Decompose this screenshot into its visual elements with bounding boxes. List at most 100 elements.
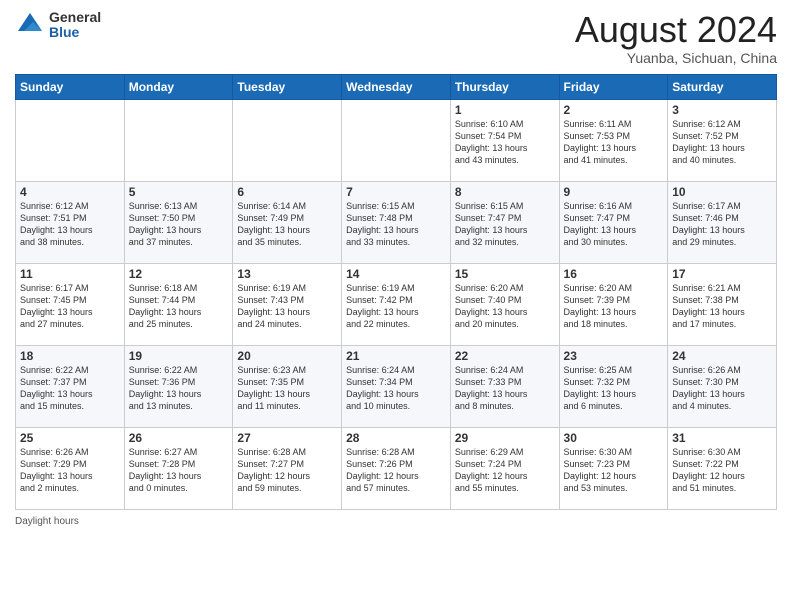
week-row-2: 4Sunrise: 6:12 AM Sunset: 7:51 PM Daylig… <box>16 181 777 263</box>
day-info-6: Sunrise: 6:14 AM Sunset: 7:49 PM Dayligh… <box>237 200 337 249</box>
weekday-header-tuesday: Tuesday <box>233 74 342 99</box>
day-info-26: Sunrise: 6:27 AM Sunset: 7:28 PM Dayligh… <box>129 446 229 495</box>
day-info-13: Sunrise: 6:19 AM Sunset: 7:43 PM Dayligh… <box>237 282 337 331</box>
logo: General Blue <box>15 10 101 41</box>
day-number-28: 28 <box>346 431 446 445</box>
day-cell-2: 2Sunrise: 6:11 AM Sunset: 7:53 PM Daylig… <box>559 99 668 181</box>
day-info-10: Sunrise: 6:17 AM Sunset: 7:46 PM Dayligh… <box>672 200 772 249</box>
day-number-24: 24 <box>672 349 772 363</box>
day-cell-29: 29Sunrise: 6:29 AM Sunset: 7:24 PM Dayli… <box>450 427 559 509</box>
weekday-header-monday: Monday <box>124 74 233 99</box>
week-row-4: 18Sunrise: 6:22 AM Sunset: 7:37 PM Dayli… <box>16 345 777 427</box>
day-number-4: 4 <box>20 185 120 199</box>
day-info-15: Sunrise: 6:20 AM Sunset: 7:40 PM Dayligh… <box>455 282 555 331</box>
month-year-title: August 2024 <box>575 10 777 50</box>
day-number-17: 17 <box>672 267 772 281</box>
day-info-27: Sunrise: 6:28 AM Sunset: 7:27 PM Dayligh… <box>237 446 337 495</box>
day-number-20: 20 <box>237 349 337 363</box>
day-cell-21: 21Sunrise: 6:24 AM Sunset: 7:34 PM Dayli… <box>342 345 451 427</box>
day-cell-25: 25Sunrise: 6:26 AM Sunset: 7:29 PM Dayli… <box>16 427 125 509</box>
day-number-23: 23 <box>564 349 664 363</box>
day-info-28: Sunrise: 6:28 AM Sunset: 7:26 PM Dayligh… <box>346 446 446 495</box>
day-info-23: Sunrise: 6:25 AM Sunset: 7:32 PM Dayligh… <box>564 364 664 413</box>
day-cell-12: 12Sunrise: 6:18 AM Sunset: 7:44 PM Dayli… <box>124 263 233 345</box>
day-cell-22: 22Sunrise: 6:24 AM Sunset: 7:33 PM Dayli… <box>450 345 559 427</box>
weekday-header-thursday: Thursday <box>450 74 559 99</box>
day-cell-17: 17Sunrise: 6:21 AM Sunset: 7:38 PM Dayli… <box>668 263 777 345</box>
week-row-5: 25Sunrise: 6:26 AM Sunset: 7:29 PM Dayli… <box>16 427 777 509</box>
day-number-30: 30 <box>564 431 664 445</box>
day-info-7: Sunrise: 6:15 AM Sunset: 7:48 PM Dayligh… <box>346 200 446 249</box>
day-number-21: 21 <box>346 349 446 363</box>
day-number-27: 27 <box>237 431 337 445</box>
logo-blue-text: Blue <box>49 25 101 40</box>
day-info-21: Sunrise: 6:24 AM Sunset: 7:34 PM Dayligh… <box>346 364 446 413</box>
day-info-29: Sunrise: 6:29 AM Sunset: 7:24 PM Dayligh… <box>455 446 555 495</box>
day-cell-15: 15Sunrise: 6:20 AM Sunset: 7:40 PM Dayli… <box>450 263 559 345</box>
day-number-26: 26 <box>129 431 229 445</box>
day-number-2: 2 <box>564 103 664 117</box>
day-cell-3: 3Sunrise: 6:12 AM Sunset: 7:52 PM Daylig… <box>668 99 777 181</box>
weekday-header-saturday: Saturday <box>668 74 777 99</box>
day-info-12: Sunrise: 6:18 AM Sunset: 7:44 PM Dayligh… <box>129 282 229 331</box>
week-row-1: 1Sunrise: 6:10 AM Sunset: 7:54 PM Daylig… <box>16 99 777 181</box>
day-cell-6: 6Sunrise: 6:14 AM Sunset: 7:49 PM Daylig… <box>233 181 342 263</box>
day-cell-4: 4Sunrise: 6:12 AM Sunset: 7:51 PM Daylig… <box>16 181 125 263</box>
day-number-29: 29 <box>455 431 555 445</box>
day-cell-27: 27Sunrise: 6:28 AM Sunset: 7:27 PM Dayli… <box>233 427 342 509</box>
day-cell-20: 20Sunrise: 6:23 AM Sunset: 7:35 PM Dayli… <box>233 345 342 427</box>
weekday-header-wednesday: Wednesday <box>342 74 451 99</box>
day-number-22: 22 <box>455 349 555 363</box>
day-cell-9: 9Sunrise: 6:16 AM Sunset: 7:47 PM Daylig… <box>559 181 668 263</box>
day-info-31: Sunrise: 6:30 AM Sunset: 7:22 PM Dayligh… <box>672 446 772 495</box>
day-number-7: 7 <box>346 185 446 199</box>
calendar-table: SundayMondayTuesdayWednesdayThursdayFrid… <box>15 74 777 510</box>
day-number-18: 18 <box>20 349 120 363</box>
logo-text: General Blue <box>49 10 101 41</box>
day-cell-5: 5Sunrise: 6:13 AM Sunset: 7:50 PM Daylig… <box>124 181 233 263</box>
daylight-label: Daylight hours <box>15 516 79 527</box>
day-cell-1: 1Sunrise: 6:10 AM Sunset: 7:54 PM Daylig… <box>450 99 559 181</box>
day-cell-28: 28Sunrise: 6:28 AM Sunset: 7:26 PM Dayli… <box>342 427 451 509</box>
day-cell-13: 13Sunrise: 6:19 AM Sunset: 7:43 PM Dayli… <box>233 263 342 345</box>
header: General Blue August 2024 Yuanba, Sichuan… <box>15 10 777 66</box>
day-info-22: Sunrise: 6:24 AM Sunset: 7:33 PM Dayligh… <box>455 364 555 413</box>
day-info-24: Sunrise: 6:26 AM Sunset: 7:30 PM Dayligh… <box>672 364 772 413</box>
day-cell-7: 7Sunrise: 6:15 AM Sunset: 7:48 PM Daylig… <box>342 181 451 263</box>
day-cell-16: 16Sunrise: 6:20 AM Sunset: 7:39 PM Dayli… <box>559 263 668 345</box>
location-text: Yuanba, Sichuan, China <box>575 50 777 66</box>
day-number-5: 5 <box>129 185 229 199</box>
day-number-9: 9 <box>564 185 664 199</box>
day-info-11: Sunrise: 6:17 AM Sunset: 7:45 PM Dayligh… <box>20 282 120 331</box>
day-number-13: 13 <box>237 267 337 281</box>
day-info-9: Sunrise: 6:16 AM Sunset: 7:47 PM Dayligh… <box>564 200 664 249</box>
logo-icon <box>15 10 45 40</box>
day-number-8: 8 <box>455 185 555 199</box>
day-info-30: Sunrise: 6:30 AM Sunset: 7:23 PM Dayligh… <box>564 446 664 495</box>
day-number-11: 11 <box>20 267 120 281</box>
day-number-16: 16 <box>564 267 664 281</box>
day-info-1: Sunrise: 6:10 AM Sunset: 7:54 PM Dayligh… <box>455 118 555 167</box>
day-number-14: 14 <box>346 267 446 281</box>
day-number-31: 31 <box>672 431 772 445</box>
empty-cell <box>233 99 342 181</box>
day-number-25: 25 <box>20 431 120 445</box>
day-number-3: 3 <box>672 103 772 117</box>
day-cell-24: 24Sunrise: 6:26 AM Sunset: 7:30 PM Dayli… <box>668 345 777 427</box>
day-number-10: 10 <box>672 185 772 199</box>
day-number-19: 19 <box>129 349 229 363</box>
empty-cell <box>124 99 233 181</box>
day-info-4: Sunrise: 6:12 AM Sunset: 7:51 PM Dayligh… <box>20 200 120 249</box>
day-cell-11: 11Sunrise: 6:17 AM Sunset: 7:45 PM Dayli… <box>16 263 125 345</box>
week-row-3: 11Sunrise: 6:17 AM Sunset: 7:45 PM Dayli… <box>16 263 777 345</box>
day-number-12: 12 <box>129 267 229 281</box>
day-cell-26: 26Sunrise: 6:27 AM Sunset: 7:28 PM Dayli… <box>124 427 233 509</box>
day-info-19: Sunrise: 6:22 AM Sunset: 7:36 PM Dayligh… <box>129 364 229 413</box>
day-info-16: Sunrise: 6:20 AM Sunset: 7:39 PM Dayligh… <box>564 282 664 331</box>
day-cell-31: 31Sunrise: 6:30 AM Sunset: 7:22 PM Dayli… <box>668 427 777 509</box>
day-number-6: 6 <box>237 185 337 199</box>
page: General Blue August 2024 Yuanba, Sichuan… <box>0 0 792 612</box>
day-cell-14: 14Sunrise: 6:19 AM Sunset: 7:42 PM Dayli… <box>342 263 451 345</box>
footer: Daylight hours <box>15 516 777 527</box>
day-info-3: Sunrise: 6:12 AM Sunset: 7:52 PM Dayligh… <box>672 118 772 167</box>
